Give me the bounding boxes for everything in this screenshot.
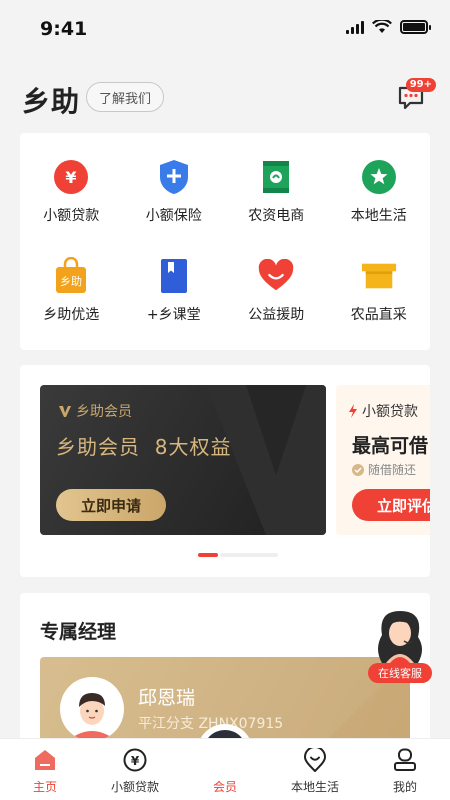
loan-subtitle: 随借随还 xyxy=(352,461,416,478)
carousel-dot-active xyxy=(198,553,218,557)
svg-text:¥: ¥ xyxy=(66,168,77,187)
signal-icon xyxy=(346,20,364,34)
loan-tag-label: 小额贷款 xyxy=(362,404,418,420)
home-icon xyxy=(32,747,58,773)
service-preferred[interactable]: 乡助 乡助优选 xyxy=(20,242,123,341)
svg-text:乡助: 乡助 xyxy=(60,274,82,288)
service-label: 农资电商 xyxy=(248,208,305,225)
service-small-loan[interactable]: ¥ 小额贷款 xyxy=(20,143,123,242)
tab-label: 小额贷款 xyxy=(110,780,159,794)
loan-banner[interactable]: 小额贷款 最高可借 随借随还 立即评估 xyxy=(336,385,430,535)
service-label: 小额保险 xyxy=(145,208,202,225)
status-time: 9:41 xyxy=(40,18,88,40)
services-grid: ¥ 小额贷款 小额保险 农资电商 本地生活 乡助 乡助优选 +乡课堂 公益援助 … xyxy=(20,133,430,350)
v-badge-icon xyxy=(59,406,71,417)
service-label: 乡助优选 xyxy=(43,306,100,323)
user-icon xyxy=(392,747,418,773)
tab-label: 主页 xyxy=(32,780,57,794)
shopping-bag-icon: 乡助 xyxy=(53,256,89,294)
status-bar: 9:41 xyxy=(0,0,450,58)
svg-text:¥: ¥ xyxy=(131,754,140,768)
tab-label: 我的 xyxy=(392,780,417,794)
member-tag: 乡助会员 xyxy=(58,401,132,421)
tab-local-life[interactable]: 本地生活 xyxy=(270,739,360,800)
tab-label: 会员 xyxy=(212,780,237,794)
member-tag-label: 乡助会员 xyxy=(76,404,132,420)
bottom-tabbar: 主页 ¥ 小额贷款 会员 本地生活 我的 xyxy=(0,738,450,800)
tab-profile[interactable]: 我的 xyxy=(360,739,450,800)
header: 乡助 了解我们 99+ xyxy=(0,70,450,126)
yuan-coin-icon: ¥ xyxy=(53,159,89,195)
service-label: 小额贷款 xyxy=(43,208,100,225)
v-logo-decoration xyxy=(206,385,326,535)
yuan-circle-icon: ¥ xyxy=(122,747,148,773)
customer-service-agent-icon xyxy=(378,611,422,663)
lightning-icon xyxy=(349,404,357,418)
service-small-insurance[interactable]: 小额保险 xyxy=(123,143,226,242)
battery-icon xyxy=(400,20,431,34)
message-button[interactable]: 99+ xyxy=(396,78,436,114)
service-charity[interactable]: 公益援助 xyxy=(225,242,328,341)
carousel-indicator xyxy=(198,553,278,557)
loan-subtitle-text: 随借随还 xyxy=(368,463,417,477)
service-label: 公益援助 xyxy=(248,306,305,323)
member-banner[interactable]: 乡助会员 乡助会员 8大权益 立即申请 xyxy=(40,385,326,535)
manager-section-title: 专属经理 xyxy=(40,621,117,643)
manager-name: 邱恩瑞 xyxy=(138,687,196,709)
shield-plus-icon xyxy=(156,159,192,195)
seed-bag-icon xyxy=(258,159,294,195)
service-direct-purchase[interactable]: 农品直采 xyxy=(328,242,431,341)
tab-small-loan[interactable]: ¥ 小额贷款 xyxy=(90,739,180,800)
banner-carousel[interactable]: 乡助会员 乡助会员 8大权益 立即申请 小额贷款 最高可借 随借随还 立即评估 xyxy=(20,365,430,577)
carousel-dot xyxy=(220,553,278,557)
tab-label: 本地生活 xyxy=(290,780,339,794)
manager-avatar xyxy=(60,677,124,741)
shop-icon xyxy=(361,258,397,294)
avatar-person-icon xyxy=(62,679,122,739)
member-title: 乡助会员 8大权益 xyxy=(56,435,232,459)
page-title: 乡助 xyxy=(22,85,81,118)
online-service-label: 在线客服 xyxy=(368,663,432,683)
check-circle-icon xyxy=(352,463,364,476)
message-badge: 99+ xyxy=(405,78,436,92)
book-icon xyxy=(156,258,192,294)
wifi-icon xyxy=(372,20,392,33)
heart-smile-icon xyxy=(258,258,294,294)
location-smile-icon xyxy=(302,747,328,773)
about-us-button[interactable]: 了解我们 xyxy=(86,82,165,112)
evaluate-now-button[interactable]: 立即评估 xyxy=(352,489,430,521)
loan-title: 最高可借 xyxy=(352,435,429,457)
service-classroom[interactable]: +乡课堂 xyxy=(123,242,226,341)
manager-branch: 平江分支 ZHNX07915 xyxy=(138,716,284,732)
status-icons xyxy=(346,20,431,34)
tab-member[interactable]: 会员 xyxy=(180,739,270,800)
apply-now-button[interactable]: 立即申请 xyxy=(56,489,166,521)
online-service-button[interactable]: 在线客服 xyxy=(368,605,432,685)
tab-home[interactable]: 主页 xyxy=(0,739,90,800)
star-location-icon xyxy=(361,159,397,195)
service-agri-ecommerce[interactable]: 农资电商 xyxy=(225,143,328,242)
loan-tag: 小额贷款 xyxy=(348,401,418,421)
service-label: +乡课堂 xyxy=(146,306,201,323)
service-label: 农品直采 xyxy=(350,306,407,323)
service-label: 本地生活 xyxy=(350,208,407,225)
service-local-life[interactable]: 本地生活 xyxy=(328,143,431,242)
